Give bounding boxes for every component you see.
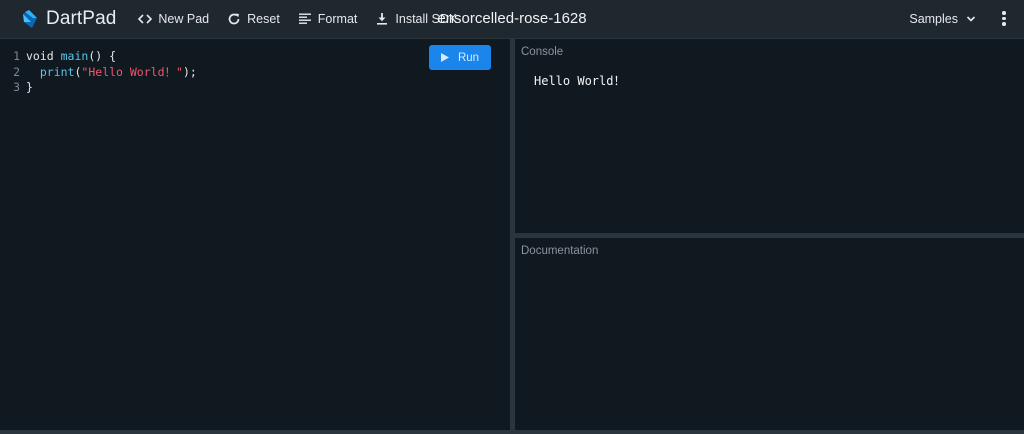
app-toolbar: DartPad New Pad Reset Format Install SDK… (0, 0, 1024, 39)
code-lines: 1 void main() { 2 print("Hello World！");… (0, 49, 197, 96)
new-pad-button[interactable]: New Pad (138, 0, 209, 38)
format-align-icon (298, 13, 311, 24)
install-sdk-label: Install SDK (395, 12, 458, 26)
dart-logo-icon (23, 10, 37, 28)
chevron-down-icon (966, 16, 976, 22)
keyword: void (26, 49, 61, 63)
documentation-panel: Documentation (515, 238, 1024, 430)
reset-button[interactable]: Reset (227, 0, 280, 38)
punctuation: ); (182, 64, 197, 79)
punctuation: } (26, 80, 33, 94)
refresh-icon (228, 13, 240, 25)
line-number: 3 (13, 80, 20, 94)
code-line: 2 print("Hello World！"); (0, 65, 197, 81)
more-vert-icon[interactable] (1000, 11, 1008, 27)
console-output: Hello World！ (534, 74, 626, 88)
samples-dropdown[interactable]: Samples (909, 0, 976, 38)
console-title: Console (521, 46, 564, 58)
documentation-title: Documentation (521, 245, 599, 257)
play-icon (440, 53, 449, 62)
code-line: 3 } (0, 80, 197, 96)
line-number: 2 (13, 64, 20, 79)
samples-label: Samples (909, 12, 958, 26)
format-button[interactable]: Format (298, 0, 358, 38)
string-literal: "Hello World！" (81, 64, 183, 79)
bottom-border (0, 430, 1024, 434)
reset-label: Reset (247, 12, 280, 26)
code-editor[interactable]: 1 void main() { 2 print("Hello World！");… (0, 39, 510, 430)
new-pad-label: New Pad (158, 12, 210, 26)
run-button[interactable]: Run (429, 45, 491, 70)
line-text: void main() { (26, 49, 116, 65)
brand-name: DartPad (46, 8, 117, 29)
run-label: Run (457, 51, 480, 64)
brand[interactable]: DartPad (20, 0, 116, 38)
line-text: } (26, 80, 33, 96)
line-number: 1 (13, 49, 20, 63)
function-name: main (60, 49, 89, 63)
code-line: 1 void main() { (0, 49, 197, 65)
install-sdk-button[interactable]: Install SDK (375, 0, 457, 38)
format-label: Format (317, 12, 358, 26)
line-text: print("Hello World！"); (26, 65, 197, 81)
punctuation: () { (88, 49, 117, 63)
code-icon (138, 14, 153, 24)
function-name: print (39, 64, 75, 79)
download-icon (377, 13, 388, 25)
console-panel: Console Hello World！ (515, 39, 1024, 233)
